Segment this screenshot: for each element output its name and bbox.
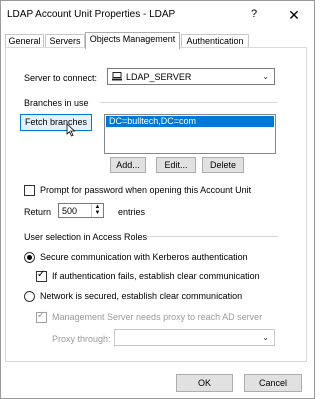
server-icon (112, 72, 122, 83)
server-value: LDAP_SERVER (126, 72, 192, 82)
help-button[interactable]: ? (251, 8, 257, 20)
return-label: Return (24, 207, 52, 217)
branches-label: Branches in use (24, 98, 89, 108)
access-roles-heading: User selection in Access Roles (24, 232, 148, 242)
radio-selected-dot (27, 255, 32, 260)
proxy-through-select[interactable]: ⌄ (114, 329, 275, 346)
fetch-branches-button[interactable]: Fetch branches (20, 114, 92, 131)
list-item[interactable]: DC=bulltech,DC=com (106, 116, 274, 127)
checkmark-icon: ✓ (37, 269, 46, 280)
tab-authentication[interactable]: Authentication (181, 34, 249, 48)
close-button[interactable]: ✕ (284, 5, 304, 25)
return-value: 500 (62, 206, 78, 216)
secure-kerberos-radio[interactable] (24, 252, 35, 263)
proxy-through-label: Proxy through: (52, 334, 111, 344)
delete-button[interactable]: Delete (202, 157, 244, 173)
server-label: Server to connect: (24, 73, 98, 83)
stepper-arrows-icon[interactable]: ▲ ▼ (91, 204, 103, 217)
cancel-button[interactable]: Cancel (244, 374, 302, 392)
secure-kerberos-label: Secure communication with Kerberos authe… (40, 252, 248, 262)
return-stepper[interactable]: 500 ▲ ▼ (58, 203, 104, 218)
branches-list[interactable]: DC=bulltech,DC=com (104, 114, 276, 154)
access-roles-divider (146, 236, 278, 237)
tab-general[interactable]: General (5, 34, 44, 48)
network-secured-label: Network is secured, establish clear comm… (40, 291, 243, 301)
prompt-password-checkbox[interactable] (24, 185, 35, 196)
tab-panel: Server to connect: LDAP_SERVER ⌄ Branche… (5, 47, 307, 362)
properties-dialog: LDAP Account Unit Properties - LDAP ? ✕ … (0, 0, 315, 399)
checkmark-icon: ✓ (37, 310, 46, 321)
branches-divider (100, 102, 278, 103)
network-secured-radio[interactable] (24, 291, 35, 302)
window-title: LDAP Account Unit Properties - LDAP (7, 9, 176, 20)
edit-button[interactable]: Edit... (156, 157, 196, 173)
tab-servers[interactable]: Servers (45, 34, 85, 48)
tab-objects-management[interactable]: Objects Management (85, 32, 180, 49)
fallback-clear-label: If authentication fails, establish clear… (52, 271, 260, 281)
entries-label: entries (118, 207, 146, 217)
ok-button[interactable]: OK (176, 374, 233, 392)
prompt-password-label: Prompt for password when opening this Ac… (40, 185, 252, 195)
chevron-down-icon: ⌄ (262, 72, 269, 81)
fallback-clear-checkbox[interactable]: ✓ (36, 269, 47, 282)
title-bar: LDAP Account Unit Properties - LDAP ? ✕ (1, 1, 314, 31)
chevron-down-icon: ⌄ (262, 333, 269, 342)
server-select[interactable]: LDAP_SERVER ⌄ (107, 68, 275, 85)
proxy-label: Management Server needs proxy to reach A… (52, 312, 263, 322)
proxy-checkbox[interactable]: ✓ (36, 310, 47, 323)
add-button[interactable]: Add... (110, 157, 146, 173)
mouse-cursor-icon (66, 123, 76, 139)
